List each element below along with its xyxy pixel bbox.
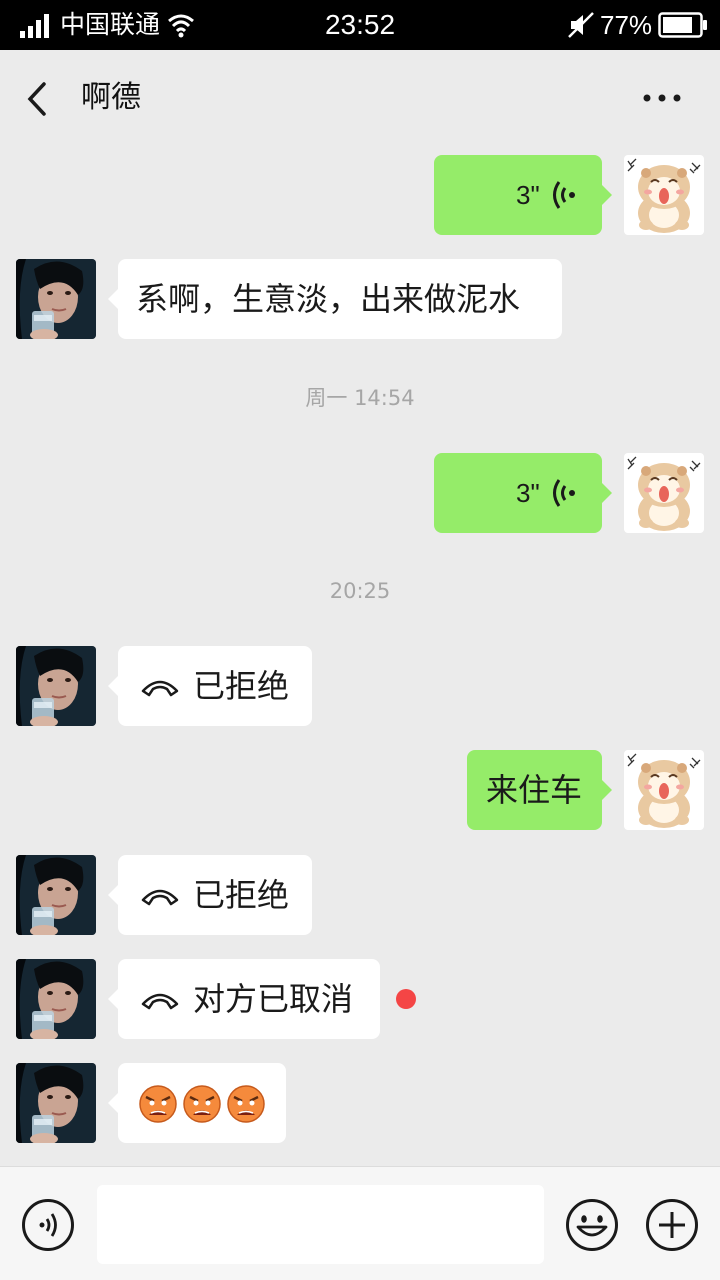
voice-message-bubble[interactable]: 3" — [434, 155, 612, 235]
my-avatar[interactable] — [624, 453, 704, 533]
phone-hangup-icon — [141, 680, 179, 697]
text-message-bubble[interactable]: 系啊，生意淡，出来做泥水 — [108, 259, 562, 339]
angry-face-icon — [227, 1085, 265, 1123]
voice-duration: 3" — [516, 180, 540, 210]
mute-icon — [568, 12, 594, 38]
message-input[interactable] — [97, 1185, 544, 1264]
my-avatar[interactable] — [624, 155, 704, 235]
emoji-button[interactable] — [565, 1198, 619, 1252]
add-more-button[interactable] — [645, 1198, 699, 1252]
unread-dot — [396, 989, 416, 1009]
page-title: 啊德 — [81, 80, 141, 115]
hamster-avatar-icon — [624, 750, 704, 830]
contact-avatar[interactable] — [16, 855, 96, 935]
contact-avatar[interactable] — [16, 1063, 96, 1143]
voice-wave-icon — [553, 479, 575, 507]
contact-avatar[interactable] — [16, 259, 96, 339]
chat-header: 啊德 — [0, 50, 720, 146]
angry-face-icon — [139, 1085, 177, 1123]
angry-face-icon — [183, 1085, 221, 1123]
call-status-text: 对方已取消 — [193, 980, 354, 1018]
voice-wave-icon — [553, 181, 575, 209]
message-text: 系啊，生意淡，出来做泥水 — [136, 280, 521, 318]
battery-icon — [658, 12, 707, 38]
more-options-icon[interactable] — [642, 92, 682, 104]
voice-input-button[interactable] — [21, 1198, 75, 1252]
emoji-message-bubble[interactable] — [108, 1063, 286, 1143]
contact-photo — [16, 1063, 96, 1143]
back-icon[interactable] — [22, 80, 52, 118]
contact-avatar[interactable] — [16, 646, 96, 726]
call-status-text: 已拒绝 — [193, 876, 290, 914]
contact-photo — [16, 646, 96, 726]
hamster-avatar-icon — [624, 155, 704, 235]
call-record-bubble[interactable]: 对方已取消 — [108, 959, 380, 1039]
call-record-bubble[interactable]: 已拒绝 — [108, 646, 312, 726]
call-record-bubble[interactable]: 已拒绝 — [108, 855, 312, 935]
timestamp: 20:25 — [329, 579, 391, 603]
timestamp: 周一 14:54 — [305, 386, 415, 410]
text-message-bubble[interactable]: 来住车 — [467, 750, 612, 830]
message-text: 来住车 — [486, 771, 583, 809]
voice-duration: 3" — [516, 478, 540, 508]
contact-avatar[interactable] — [16, 959, 96, 1039]
status-bar: 中国联通 23:52 77% — [0, 0, 720, 50]
phone-hangup-icon — [141, 993, 179, 1010]
voice-message-bubble[interactable]: 3" — [434, 453, 612, 533]
my-avatar[interactable] — [624, 750, 704, 830]
contact-photo — [16, 259, 96, 339]
contact-photo — [16, 959, 96, 1039]
hamster-avatar-icon — [624, 453, 704, 533]
input-bar — [0, 1166, 720, 1280]
phone-hangup-icon — [141, 889, 179, 906]
battery-percentage: 77% — [600, 10, 653, 40]
contact-photo — [16, 855, 96, 935]
call-status-text: 已拒绝 — [193, 667, 290, 705]
